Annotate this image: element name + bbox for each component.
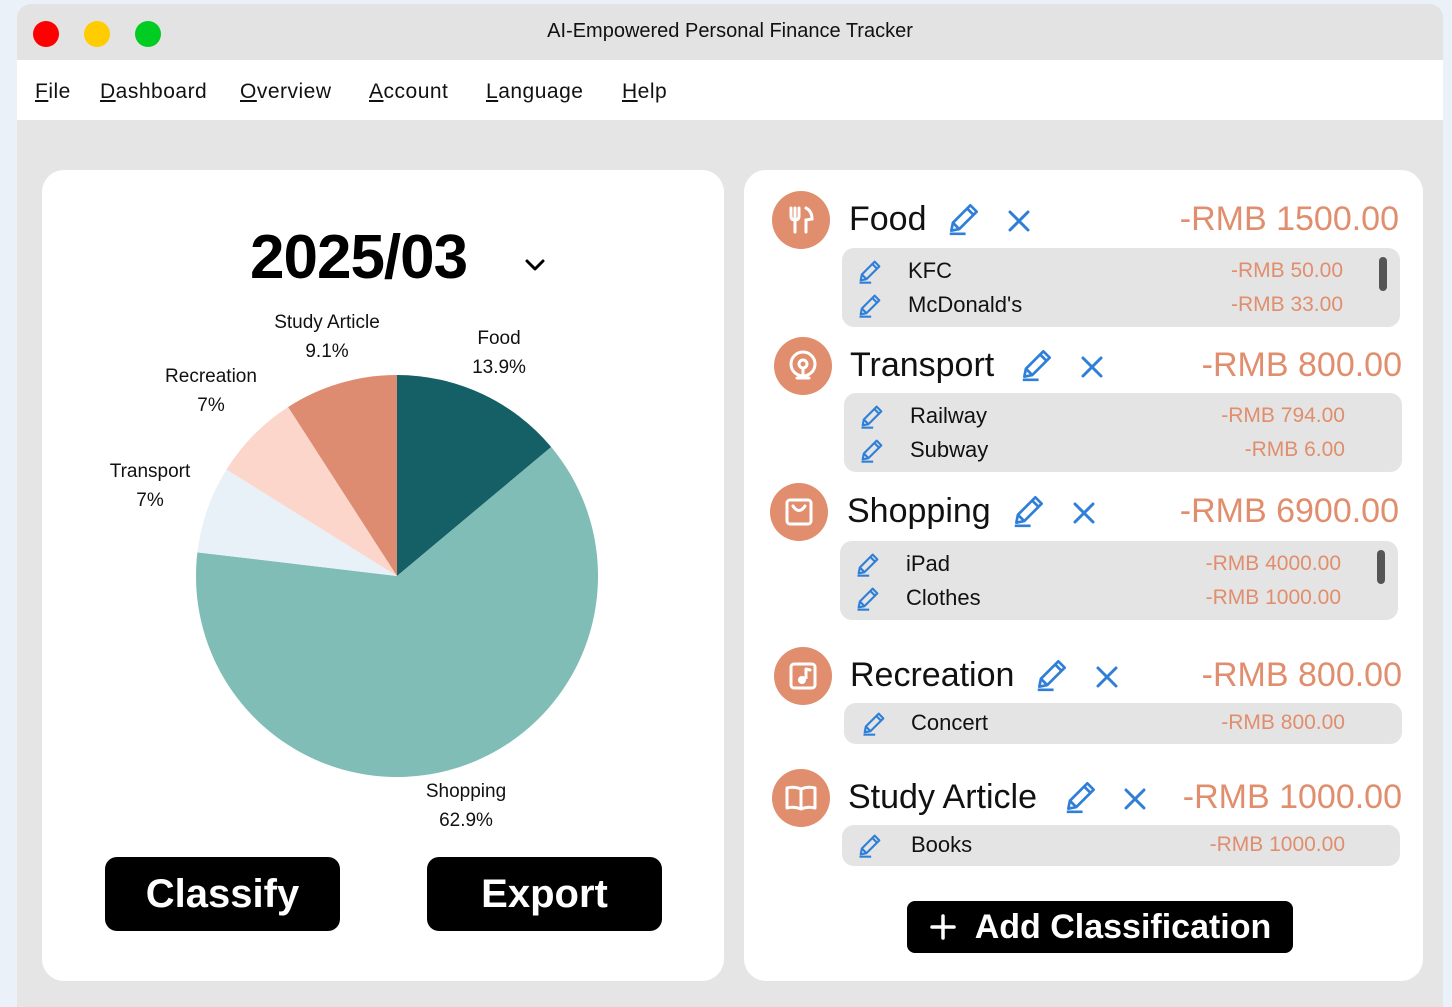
- edit-pencil-icon[interactable]: [856, 291, 884, 319]
- pie-label: Recreation: [165, 366, 257, 387]
- delete-category-icon[interactable]: [1122, 786, 1148, 812]
- utensils-icon: [772, 191, 830, 249]
- edit-pencil-icon[interactable]: [858, 402, 886, 430]
- add-classification-button[interactable]: Add Classification: [907, 901, 1293, 953]
- scrollbar-thumb[interactable]: [1377, 550, 1385, 584]
- delete-category-icon[interactable]: [1006, 208, 1032, 234]
- menu-account-key: A: [369, 80, 384, 103]
- subitem-amount: -RMB 33.00: [1230, 293, 1343, 316]
- category-name: Study Article: [848, 778, 1037, 816]
- menu-help[interactable]: Help: [622, 80, 667, 104]
- pie-label: Study Article: [274, 312, 380, 333]
- subitem-name: Subway: [910, 437, 989, 462]
- chart-panel: 2025/03 Food 13.9% Shopping 62.9% Transport 7…: [42, 170, 724, 981]
- category-name: Recreation: [850, 656, 1015, 694]
- edit-pencil-icon[interactable]: [858, 436, 886, 464]
- menu-dashboard[interactable]: Dashboard: [100, 80, 207, 104]
- subitem-amount: -RMB 1000.00: [1205, 586, 1341, 609]
- train-icon: [774, 337, 832, 395]
- export-button[interactable]: Export: [427, 857, 662, 931]
- edit-pencil-icon[interactable]: [1062, 777, 1100, 815]
- music-note-icon: [774, 647, 832, 705]
- title-bar: AI-Empowered Personal Finance Tracker: [17, 4, 1443, 60]
- menu-dashboard-label: ashboard: [115, 80, 208, 103]
- subitem-amount: -RMB 1000.00: [1209, 833, 1345, 856]
- pie-label: Transport: [110, 461, 191, 482]
- categories-panel: Food -RMB 1500.00 KFC -RMB 50.00 McDonal…: [744, 170, 1423, 981]
- menu-help-key: H: [622, 80, 638, 103]
- category-total: -RMB 800.00: [1201, 656, 1402, 694]
- delete-category-icon[interactable]: [1079, 354, 1105, 380]
- edit-pencil-icon[interactable]: [1010, 491, 1048, 529]
- subitem-name: Concert: [911, 710, 989, 735]
- pie-percent-label: 9.1%: [305, 341, 348, 362]
- classify-button[interactable]: Classify: [105, 857, 340, 931]
- category-total: -RMB 1500.00: [1179, 200, 1399, 238]
- pie-percent-label: 7%: [136, 490, 164, 511]
- edit-pencil-icon[interactable]: [1033, 655, 1071, 693]
- pie-percent-label: 13.9%: [472, 357, 526, 378]
- scrollbar-thumb[interactable]: [1379, 257, 1387, 291]
- category-total: -RMB 1000.00: [1182, 778, 1402, 816]
- subitem-list: Concert -RMB 800.00: [844, 703, 1402, 744]
- pie-percent-label: 7%: [197, 395, 225, 416]
- category-total: -RMB 800.00: [1201, 346, 1402, 384]
- subitem-amount: -RMB 794.00: [1221, 404, 1345, 427]
- app-window: AI-Empowered Personal Finance Tracker Fi…: [17, 4, 1443, 1007]
- menu-overview[interactable]: Overview: [240, 80, 332, 104]
- edit-pencil-icon[interactable]: [945, 199, 983, 237]
- pie-label: Food: [477, 328, 520, 349]
- edit-pencil-icon[interactable]: [856, 257, 884, 285]
- subitem-amount: -RMB 4000.00: [1205, 552, 1341, 575]
- category-name: Shopping: [847, 492, 991, 530]
- edit-pencil-icon[interactable]: [856, 831, 884, 859]
- category-total: -RMB 6900.00: [1179, 492, 1399, 530]
- delete-category-icon[interactable]: [1071, 500, 1097, 526]
- edit-pencil-icon[interactable]: [854, 584, 882, 612]
- subitem-name: Railway: [910, 403, 988, 428]
- window-title: AI-Empowered Personal Finance Tracker: [547, 20, 913, 42]
- subitem-list: Railway -RMB 794.00 Subway -RMB 6.00: [844, 393, 1402, 472]
- menu-account-label: ccount: [383, 80, 449, 103]
- category-name: Food: [849, 200, 927, 238]
- menu-file[interactable]: File: [35, 80, 71, 104]
- shopping-bag-icon: [770, 483, 828, 541]
- pie-percent-label: 62.9%: [439, 810, 493, 831]
- menu-dashboard-key: D: [100, 80, 116, 103]
- subitem-name: McDonald's: [908, 292, 1023, 317]
- menu-language[interactable]: Language: [486, 80, 583, 104]
- menu-file-key: F: [35, 80, 49, 103]
- subitem-amount: -RMB 800.00: [1221, 711, 1345, 734]
- subitem-list: Books -RMB 1000.00: [842, 825, 1400, 866]
- menu-language-label: anguage: [498, 80, 584, 103]
- book-icon: [772, 769, 830, 827]
- edit-pencil-icon[interactable]: [1018, 345, 1056, 383]
- subitem-name: Clothes: [906, 585, 981, 610]
- delete-category-icon[interactable]: [1094, 664, 1120, 690]
- pie-label: Shopping: [426, 781, 506, 802]
- subitem-amount: -RMB 50.00: [1230, 259, 1343, 282]
- menu-account[interactable]: Account: [369, 80, 448, 104]
- subitem-list: iPad -RMB 4000.00 Clothes -RMB 1000.00: [840, 541, 1398, 620]
- subitem-list: KFC -RMB 50.00 McDonald's -RMB 33.00: [842, 248, 1400, 327]
- menu-bar: File Dashboard Overview Account Language…: [17, 60, 1443, 120]
- subitem-name: iPad: [906, 551, 951, 576]
- edit-pencil-icon[interactable]: [860, 709, 888, 737]
- edit-pencil-icon[interactable]: [854, 550, 882, 578]
- menu-overview-label: verview: [256, 80, 332, 103]
- menu-help-label: elp: [637, 80, 668, 103]
- menu-overview-key: O: [240, 80, 257, 103]
- subitem-name: KFC: [908, 258, 952, 283]
- subitem-amount: -RMB 6.00: [1244, 438, 1345, 461]
- menu-file-label: ile: [48, 80, 71, 103]
- add-classification-label: Add Classification: [974, 907, 1272, 946]
- category-name: Transport: [850, 346, 995, 384]
- menu-language-key: L: [486, 80, 499, 103]
- subitem-name: Books: [911, 832, 973, 857]
- plus-icon: [929, 914, 956, 940]
